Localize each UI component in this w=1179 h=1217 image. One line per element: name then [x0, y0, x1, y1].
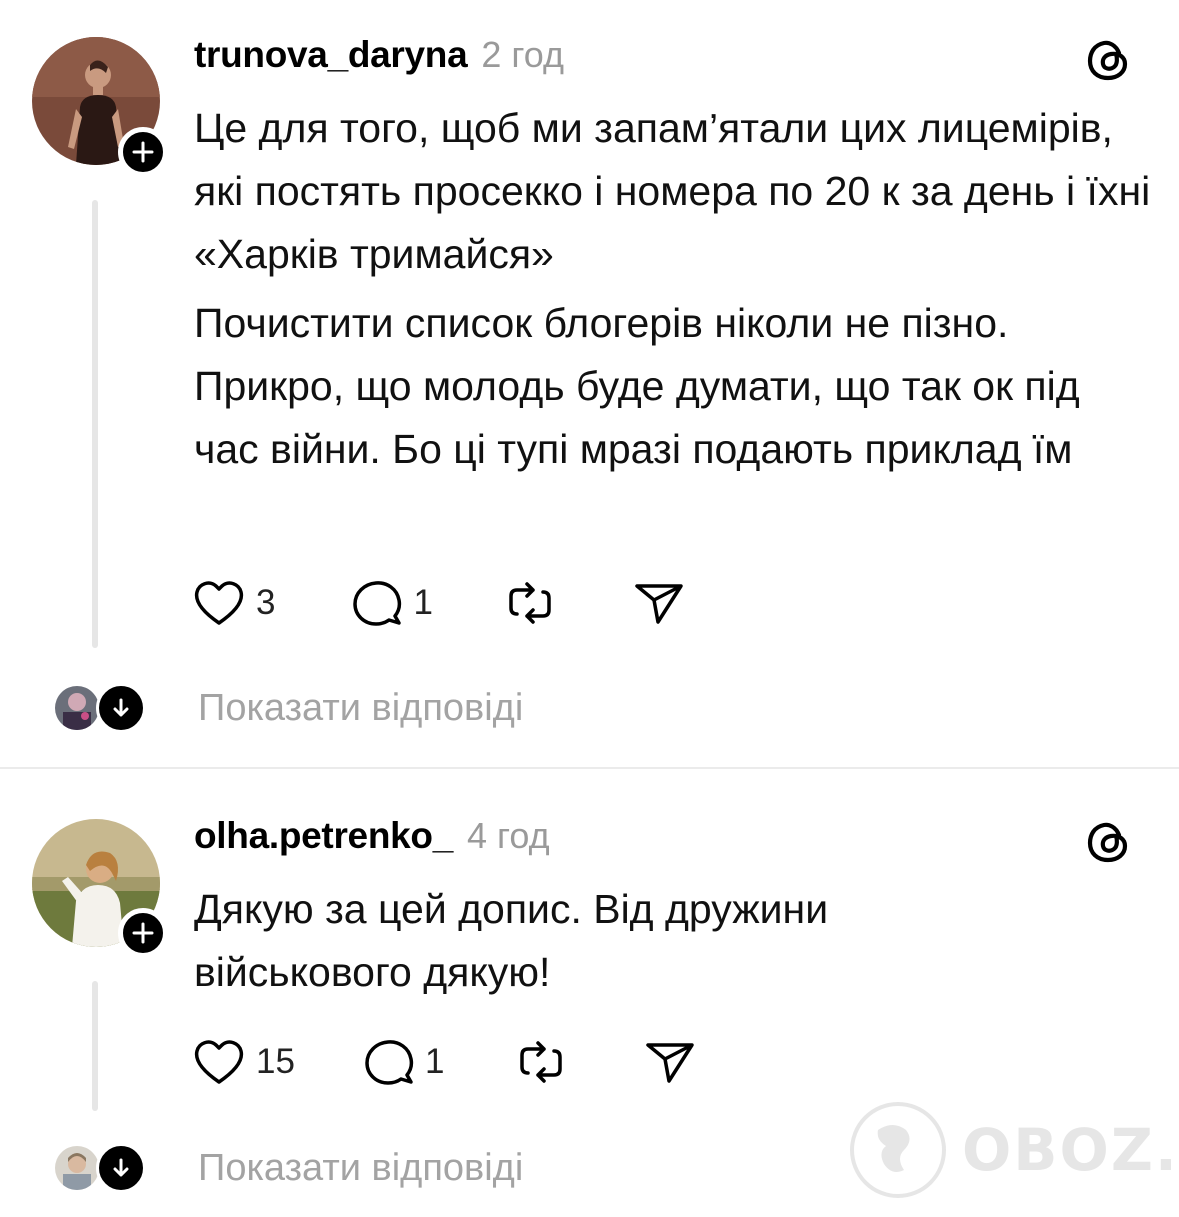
- repost-icon: [509, 582, 551, 624]
- comment-icon: [353, 581, 402, 626]
- comment-icon: [365, 1040, 414, 1085]
- thread-line: [92, 200, 98, 648]
- share-button[interactable]: [633, 578, 685, 628]
- like-count: 15: [256, 1042, 295, 1081]
- globe-logo-icon: [850, 1102, 946, 1198]
- post-paragraph: Це для того, щоб ми запам’ятали цих лице…: [194, 105, 1151, 277]
- like-button[interactable]: 15: [192, 1037, 295, 1087]
- arrow-down-icon: [113, 698, 129, 717]
- repost-button[interactable]: [503, 576, 557, 630]
- like-button[interactable]: 3: [192, 578, 275, 628]
- comment-count: 1: [424, 1042, 445, 1081]
- plus-icon: [132, 922, 154, 944]
- post-paragraph: Почистити список блогерів ніколи не пізн…: [194, 300, 1080, 472]
- comment-button[interactable]: 1: [363, 1037, 444, 1087]
- post-text: Дякую за цей допис. Від дружини військов…: [194, 878, 1154, 1004]
- post-paragraph: Дякую за цей допис. Від дружини військов…: [194, 886, 829, 995]
- expand-replies-button[interactable]: [96, 1143, 146, 1193]
- like-count: 3: [256, 583, 276, 622]
- repost-button[interactable]: [514, 1035, 568, 1089]
- threads-icon[interactable]: [1084, 818, 1132, 866]
- share-button[interactable]: [644, 1037, 696, 1087]
- threads-icon[interactable]: [1084, 36, 1132, 84]
- heart-icon: [194, 1040, 244, 1084]
- post-text: Це для того, щоб ми запам’ятали цих лице…: [194, 97, 1154, 481]
- reply-avatar: [52, 683, 102, 733]
- comment-count: 1: [413, 583, 433, 622]
- show-replies-link[interactable]: Показати відповіді: [198, 687, 523, 730]
- watermark-text: OBOZ.UA: [962, 1116, 1179, 1184]
- username[interactable]: trunova_daryna: [194, 34, 468, 76]
- heart-icon: [194, 581, 244, 625]
- arrow-down-icon: [113, 1158, 129, 1177]
- username[interactable]: olha.petrenko_: [194, 815, 453, 857]
- comment-button[interactable]: 1: [351, 578, 433, 628]
- show-replies-row[interactable]: Показати відповіді: [52, 683, 523, 733]
- watermark: OBOZ.UA: [848, 1100, 1179, 1200]
- expand-replies-button[interactable]: [96, 683, 146, 733]
- reply-avatar: [52, 1143, 102, 1193]
- follow-button[interactable]: [118, 127, 168, 177]
- plus-icon: [132, 141, 154, 163]
- show-replies-row[interactable]: Показати відповіді: [52, 1143, 523, 1193]
- timestamp: 2 год: [481, 34, 564, 75]
- thread-line: [92, 981, 98, 1111]
- show-replies-link[interactable]: Показати відповіді: [198, 1147, 523, 1190]
- post-1: trunova_daryna 2 год Це для того, щоб ми…: [0, 0, 1179, 767]
- send-icon: [646, 1043, 695, 1083]
- send-icon: [635, 584, 683, 624]
- timestamp: 4 год: [466, 815, 550, 856]
- repost-icon: [520, 1041, 563, 1083]
- follow-button[interactable]: [118, 908, 168, 958]
